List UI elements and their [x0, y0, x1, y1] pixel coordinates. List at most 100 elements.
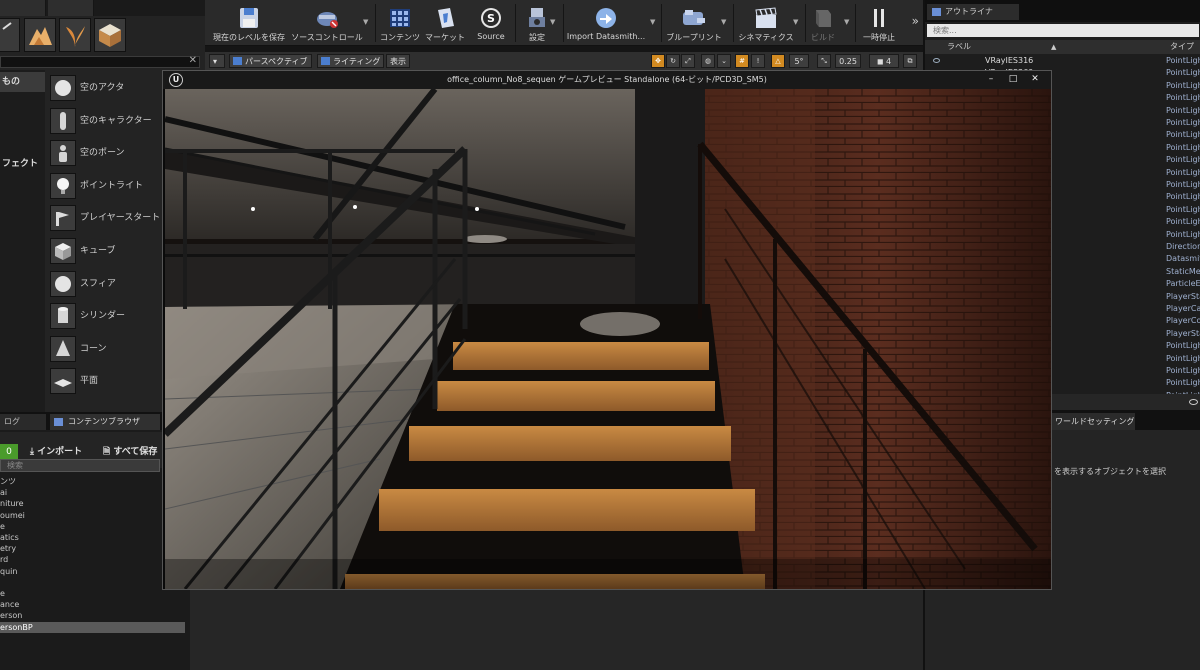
save-level-button[interactable]: 現在のレベルを保存 [209, 4, 289, 44]
maximize-viewport-icon[interactable]: ⧉ [903, 54, 917, 68]
mode-tab-2[interactable] [48, 0, 94, 16]
geometry-mode-button[interactable] [94, 18, 126, 52]
folder-tree-item[interactable]: niture [0, 498, 185, 509]
pause-button[interactable]: 一時停止 [859, 4, 899, 44]
folder-tree-item[interactable]: ai [0, 487, 185, 498]
blueprints-dropdown-icon[interactable]: ▼ [721, 18, 726, 26]
sort-ascending-icon[interactable]: ▲ [1051, 40, 1056, 54]
world-local-icon[interactable]: ◍ [701, 54, 715, 68]
grid-size-icon[interactable]: ! [751, 54, 765, 68]
tab-output-log[interactable]: ログ [0, 414, 46, 430]
foliage-mode-button[interactable] [59, 18, 91, 52]
modes-search-input[interactable]: ✕ [0, 55, 200, 68]
actor-type: PointLight [1166, 80, 1200, 90]
column-type-header[interactable]: タイプ [1170, 40, 1194, 54]
clear-search-icon[interactable]: ✕ [189, 55, 197, 66]
toolbar-overflow-icon[interactable]: » [912, 14, 919, 28]
tab-world-outliner[interactable]: アウトライナ [927, 4, 1019, 20]
transform-translate-icon[interactable]: ✥ [651, 54, 665, 68]
preview-window-title: office_column_No8_sequen ゲームプレビュー Standa… [447, 75, 767, 84]
place-item[interactable]: 空のポーン [46, 138, 162, 168]
import-datasmith-button[interactable]: Import Datasmith... [565, 4, 647, 44]
grid-snap-icon[interactable]: # [735, 54, 749, 68]
close-button[interactable]: ✕ [1025, 73, 1045, 86]
folder-tree-item[interactable]: atics [0, 532, 185, 543]
folder-tree-item[interactable]: rd [0, 554, 185, 565]
save-icon [240, 8, 258, 28]
add-new-button[interactable]: 0 [0, 444, 18, 460]
outliner-search-input[interactable]: 検索... [927, 24, 1199, 37]
transform-rotate-icon[interactable]: ↻ [666, 54, 680, 68]
surface-snap-icon[interactable]: ⌄ [717, 54, 731, 68]
column-label-header[interactable]: ラベル [947, 40, 971, 54]
place-item[interactable]: シリンダー [46, 301, 162, 331]
build-button[interactable]: ビルド [807, 4, 839, 44]
content-grid-icon [390, 9, 410, 27]
source-button[interactable]: S Source [471, 4, 511, 44]
view-options-eye-icon[interactable] [1189, 399, 1198, 405]
build-dropdown-icon[interactable]: ▼ [844, 18, 849, 26]
viewport-toolbar: ▾ パースペクティブ ライティング 表示 ✥ ↻ ⤢ ◍ ⌄ # ! △ 5° … [205, 52, 923, 70]
place-item[interactable]: キューブ [46, 236, 162, 266]
folder-tree-item[interactable]: etry [0, 543, 185, 554]
tab-content-browser[interactable]: コンテンツブラウザ [50, 414, 160, 430]
show-button[interactable]: 表示 [386, 54, 410, 68]
category-recent[interactable]: もの [0, 72, 45, 92]
place-item[interactable]: 空のアクタ [46, 73, 162, 103]
folder-tree-item[interactable]: oumei [0, 510, 185, 521]
viewport-options-dropdown[interactable]: ▾ [209, 54, 225, 68]
camera-speed-button[interactable]: ◼ 4 [869, 54, 899, 68]
preview-title-bar[interactable]: office_column_No8_sequen ゲームプレビュー Standa… [163, 71, 1051, 89]
mode-tab-1[interactable] [0, 0, 46, 16]
game-viewport-render[interactable] [165, 89, 1051, 589]
source-control-dropdown-icon[interactable]: ▼ [363, 18, 368, 26]
rotation-snap-value[interactable]: 5° [789, 54, 809, 68]
source-control-button[interactable]: ソースコントロール [291, 4, 363, 44]
minimize-button[interactable]: – [981, 73, 1001, 86]
place-item[interactable]: 空のキャラクター [46, 106, 162, 136]
category-effects[interactable]: フェクト [0, 154, 45, 174]
folder-tree-item[interactable] [0, 577, 185, 588]
import-button[interactable]: ⤓ インポート [30, 444, 82, 460]
maximize-button[interactable]: □ [1003, 73, 1023, 86]
transform-scale-icon[interactable]: ⤢ [681, 54, 695, 68]
pawn-icon [50, 140, 76, 167]
folder-tree-item[interactable]: quin [0, 566, 185, 577]
lighting-button[interactable]: ライティング [317, 54, 385, 68]
place-item[interactable]: コーン [46, 334, 162, 364]
folder-search-input[interactable]: 検索 [0, 459, 160, 472]
actor-type: PlayerState [1166, 291, 1200, 301]
folder-tree-item[interactable]: ンツ [0, 476, 185, 487]
cinematics-button[interactable]: シネマティクス [735, 4, 797, 44]
place-mode-button[interactable] [0, 18, 20, 52]
toolbar-separator [733, 4, 734, 42]
content-button[interactable]: コンテンツ [377, 4, 423, 44]
place-item[interactable]: 平面 [46, 366, 162, 396]
save-all-button[interactable]: 🗎 すべて保存 [103, 444, 157, 460]
outliner-row[interactable]: VRayIES316 PointLight [925, 55, 1200, 67]
rotation-snap-icon[interactable]: △ [771, 54, 785, 68]
place-item[interactable]: ポイントライト [46, 171, 162, 201]
cinematics-dropdown-icon[interactable]: ▼ [793, 18, 798, 26]
perspective-button[interactable]: パースペクティブ [229, 54, 312, 68]
folder-tree-item[interactable]: erson [0, 610, 185, 621]
folder-tree-item[interactable]: ersonBP [0, 621, 185, 633]
place-item[interactable]: プレイヤースタート [46, 203, 162, 233]
folder-tree-item[interactable]: e [0, 588, 185, 599]
place-item-label: スフィア [80, 278, 116, 289]
settings-dropdown-icon[interactable]: ▼ [550, 18, 555, 26]
scale-snap-icon[interactable]: ⤡ [817, 54, 831, 68]
folder-tree-item[interactable]: ance [0, 599, 185, 610]
folder-tree-item[interactable]: e [0, 521, 185, 532]
game-preview-window[interactable]: office_column_No8_sequen ゲームプレビュー Standa… [162, 70, 1052, 590]
blueprints-button[interactable]: ブループリント [663, 4, 725, 44]
place-category-list: もの フェクト [0, 70, 45, 412]
landscape-mode-button[interactable] [24, 18, 56, 52]
visibility-eye-icon[interactable] [933, 58, 940, 63]
place-item-label: プレイヤースタート [80, 213, 161, 224]
marketplace-button[interactable]: マーケット [425, 4, 465, 44]
datasmith-dropdown-icon[interactable]: ▼ [650, 18, 655, 26]
blueprint-icon [683, 10, 705, 25]
place-item[interactable]: スフィア [46, 269, 162, 299]
scale-snap-value[interactable]: 0.25 [835, 54, 861, 68]
